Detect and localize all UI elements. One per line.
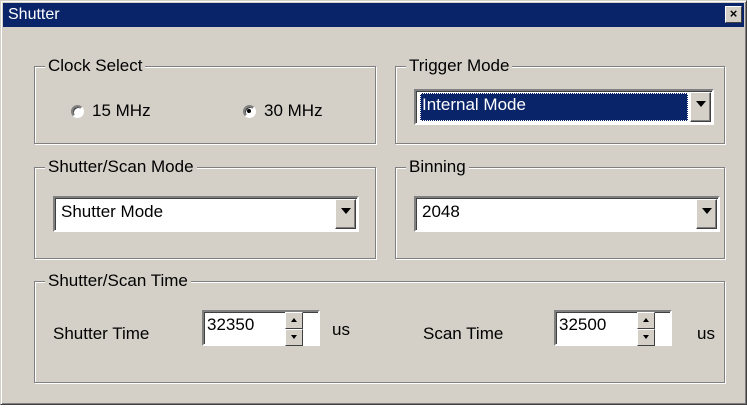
- radio-15mhz-indicator[interactable]: [71, 104, 84, 118]
- scan-time-unit: us: [697, 324, 715, 343]
- trigger-mode-group: Trigger Mode Internal Mode: [395, 56, 725, 144]
- binning-label: Binning: [406, 157, 469, 177]
- scan-time-label: Scan Time: [423, 324, 504, 343]
- shutter-time-label: Shutter Time: [53, 324, 150, 343]
- scan-time-value: 32500: [559, 315, 607, 334]
- close-button[interactable]: ×: [725, 6, 742, 23]
- shutter-time-input[interactable]: 32350: [202, 310, 320, 346]
- shutter-dialog: Shutter × Clock Select 15 MHz 30 MHz Tri…: [0, 0, 747, 405]
- trigger-mode-dropdown-button[interactable]: [690, 92, 711, 122]
- chevron-down-icon: [696, 101, 706, 107]
- shutter-scan-time-label: Shutter/Scan Time: [45, 271, 191, 291]
- shutter-scan-mode-label: Shutter/Scan Mode: [45, 157, 197, 177]
- spin-down-icon: [643, 335, 649, 339]
- scan-time-spinner[interactable]: [637, 312, 655, 346]
- shutter-time-unit: us: [332, 320, 350, 339]
- radio-15mhz-label: 15 MHz: [92, 101, 151, 120]
- chevron-down-icon: [702, 208, 712, 214]
- scan-time-input[interactable]: 32500: [554, 310, 672, 346]
- scan-time-down-button[interactable]: [637, 329, 655, 346]
- binning-select[interactable]: 2048: [414, 196, 720, 232]
- trigger-mode-label: Trigger Mode: [406, 56, 513, 76]
- spin-up-icon: [291, 318, 297, 322]
- shutter-time-down-button[interactable]: [285, 329, 303, 346]
- spin-down-icon: [291, 335, 297, 339]
- shutter-scan-mode-select[interactable]: Shutter Mode: [53, 196, 359, 232]
- radio-30mhz-indicator[interactable]: [243, 104, 256, 118]
- shutter-scan-mode-value: Shutter Mode: [61, 202, 164, 221]
- radio-15mhz[interactable]: 15 MHz: [71, 101, 151, 121]
- binning-value: 2048: [422, 202, 460, 221]
- radio-30mhz-label: 30 MHz: [264, 101, 323, 120]
- shutter-scan-mode-dropdown-button[interactable]: [335, 199, 356, 229]
- window-title: Shutter: [8, 6, 60, 23]
- spin-up-icon: [643, 318, 649, 322]
- shutter-time-up-button[interactable]: [285, 312, 303, 329]
- title-bar[interactable]: Shutter ×: [3, 3, 744, 27]
- trigger-mode-select[interactable]: Internal Mode: [414, 89, 714, 125]
- binning-group: Binning 2048: [395, 157, 725, 259]
- clock-select-group: Clock Select 15 MHz 30 MHz: [34, 56, 376, 144]
- trigger-mode-value: Internal Mode: [420, 93, 688, 121]
- shutter-time-value: 32350: [207, 315, 255, 334]
- shutter-time-spinner[interactable]: [285, 312, 303, 346]
- binning-dropdown-button[interactable]: [696, 199, 717, 229]
- clock-select-label: Clock Select: [45, 56, 146, 76]
- shutter-scan-time-group: Shutter/Scan Time Shutter Time 32350 us …: [34, 271, 725, 383]
- scan-time-up-button[interactable]: [637, 312, 655, 329]
- chevron-down-icon: [341, 208, 351, 214]
- radio-30mhz[interactable]: 30 MHz: [243, 101, 323, 121]
- close-icon: ×: [729, 6, 738, 21]
- shutter-scan-mode-group: Shutter/Scan Mode Shutter Mode: [34, 157, 376, 259]
